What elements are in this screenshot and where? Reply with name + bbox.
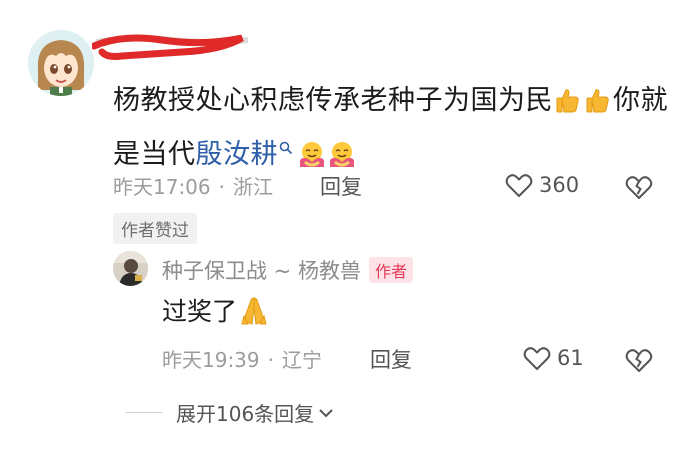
reply-button[interactable]: 回复	[320, 171, 362, 201]
comment-text: 杨教授处心积虑传承老种子为国为民 你就是当代殷汝耕	[113, 78, 673, 178]
mention-link[interactable]: 殷汝耕	[196, 139, 279, 170]
reply-time: 昨天19:39	[162, 348, 260, 372]
divider-line	[126, 412, 162, 413]
commenter-avatar[interactable]	[28, 30, 94, 96]
reply-reply-button[interactable]: 回复	[370, 344, 412, 374]
expand-replies-button[interactable]: 展开106条回复	[126, 398, 334, 427]
comment-text-part1: 杨教授处心积虑传承老种子为国为民	[113, 85, 553, 116]
heart-outline-icon	[523, 347, 551, 370]
broken-heart-icon	[625, 176, 653, 199]
pray-emoji	[238, 294, 270, 326]
reply-like-button[interactable]: 61	[523, 345, 584, 371]
chevron-down-icon	[319, 408, 333, 417]
author-liked-tag: 作者赞过	[113, 213, 197, 244]
reply-location: 辽宁	[282, 348, 322, 372]
hug-emoji	[297, 140, 325, 168]
like-count: 360	[539, 173, 580, 197]
reply-text-content: 过奖了	[162, 297, 238, 326]
search-icon[interactable]	[279, 124, 293, 170]
reply-username[interactable]: 种子保卫战 ~ 杨教兽	[162, 255, 361, 285]
dislike-button[interactable]	[624, 174, 654, 204]
reply-avatar[interactable]	[113, 251, 148, 286]
reply-dislike-button[interactable]	[624, 347, 654, 377]
comment-location: 浙江	[233, 175, 273, 199]
reply-meta: 昨天19:39 · 辽宁	[162, 344, 322, 373]
like-button[interactable]: 360	[505, 172, 579, 198]
reply-text: 过奖了	[162, 292, 271, 332]
meta-separator: ·	[218, 175, 225, 199]
heart-outline-icon	[505, 174, 533, 197]
thumbs-up-emoji	[554, 86, 582, 114]
redacted-username	[90, 30, 252, 70]
reply-header: 种子保卫战 ~ 杨教兽 作者	[162, 255, 413, 285]
expand-replies-label: 展开106条回复	[176, 402, 315, 426]
meta-separator: ·	[267, 348, 274, 372]
comment-meta: 昨天17:06 · 浙江	[113, 171, 273, 200]
author-badge: 作者	[368, 257, 413, 283]
broken-heart-icon	[625, 349, 653, 372]
comment-time: 昨天17:06	[113, 175, 211, 199]
thumbs-up-emoji	[584, 86, 612, 114]
hug-emoji	[327, 140, 355, 168]
reply-like-count: 61	[557, 346, 584, 370]
